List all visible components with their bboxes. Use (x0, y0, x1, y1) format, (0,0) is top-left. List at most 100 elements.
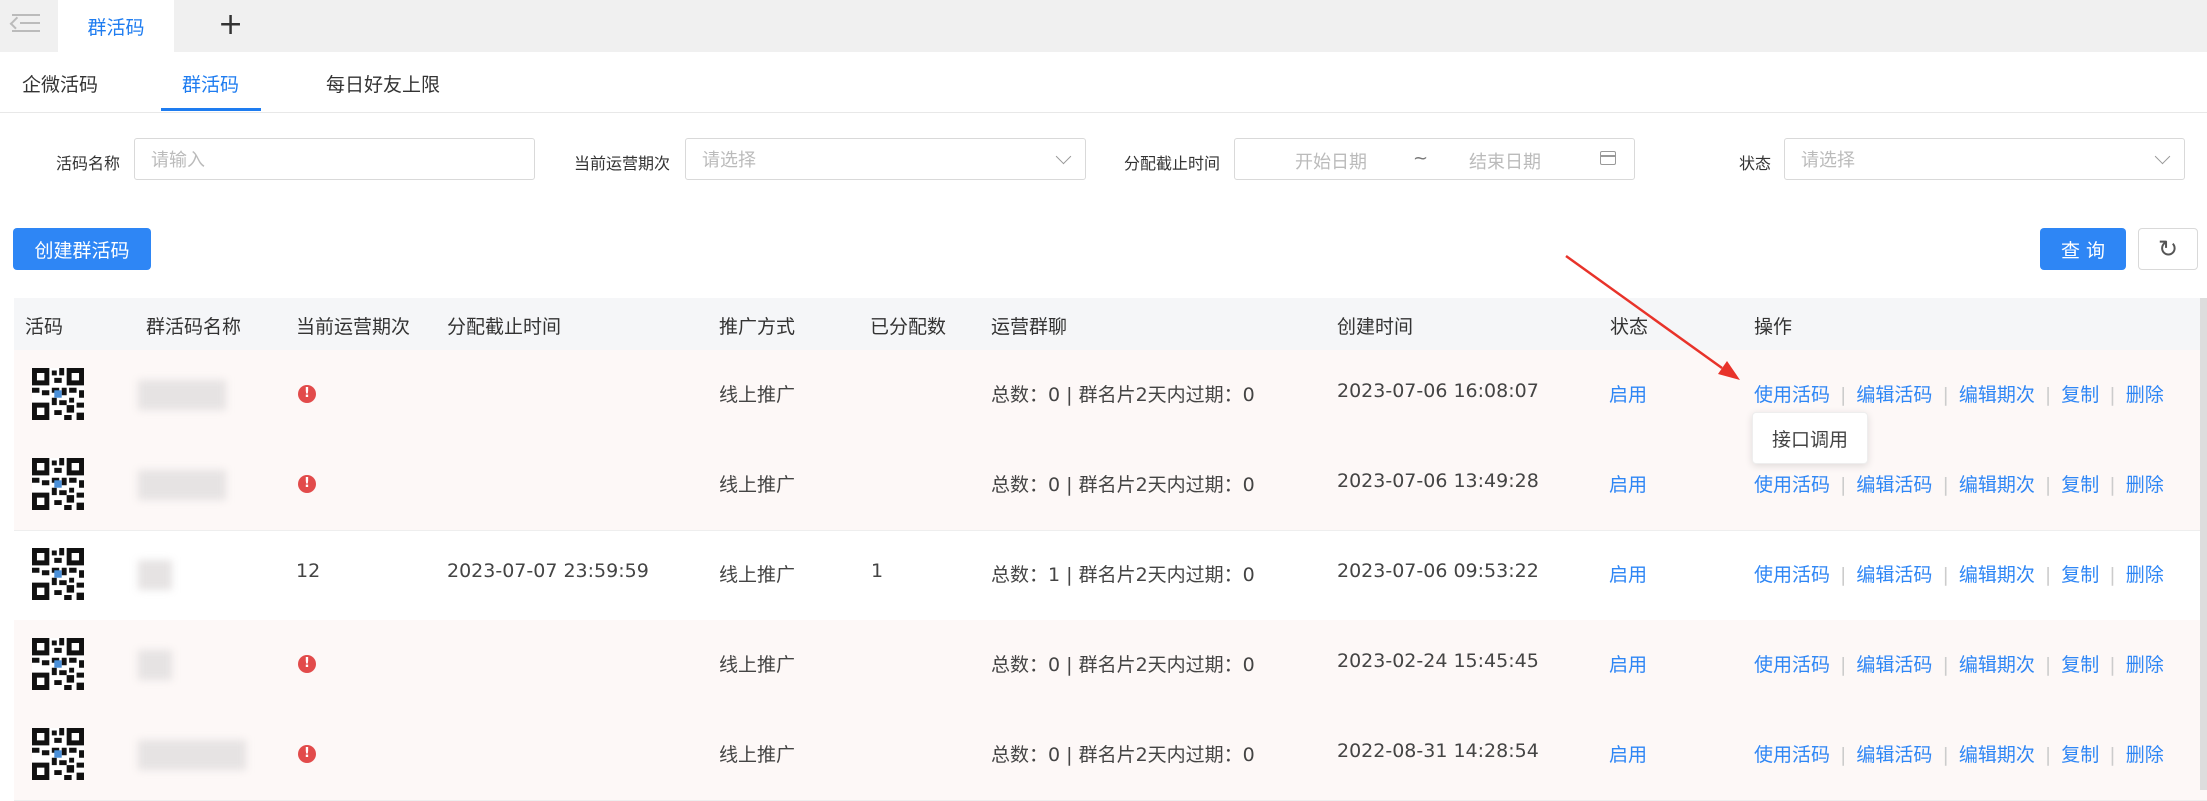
warning-icon: ! (298, 385, 316, 403)
copy-link[interactable]: 复制 (2061, 654, 2099, 676)
status-link[interactable]: 启用 (1609, 470, 1647, 497)
col-deadline: 分配截止时间 (447, 316, 562, 338)
copy-link[interactable]: 复制 (2061, 744, 2099, 766)
deadline-filter-label: 分配截止时间 (1124, 154, 1221, 173)
promo-cell: 线上推广 (719, 564, 796, 586)
promo-cell: 线上推广 (719, 744, 796, 766)
row-actions: 使用活码 | 编辑活码 | 编辑期次 | 复制 | 删除 (1754, 654, 2164, 676)
created-cell: 2023-02-24 15:45:45 (1337, 650, 1539, 672)
row-actions: 使用活码 | 编辑活码 | 编辑期次 | 复制 | 删除 (1754, 564, 2164, 586)
edit-code-link[interactable]: 编辑活码 (1856, 654, 1932, 676)
name-filter-input[interactable]: 请输入 (134, 138, 535, 180)
page-tab-group-code[interactable]: 群活码 (58, 0, 174, 52)
promo-cell: 线上推广 (719, 654, 796, 676)
status-link[interactable]: 启用 (1609, 650, 1647, 677)
delete-link[interactable]: 删除 (2126, 654, 2164, 676)
col-promo: 推广方式 (719, 316, 796, 338)
groups-cell: 总数：0 | 群名片2天内过期：0 (991, 744, 1255, 766)
use-code-link[interactable]: 使用活码 (1754, 474, 1830, 496)
row-actions: 使用活码 | 编辑活码 | 编辑期次 | 复制 | 删除 (1754, 384, 2164, 406)
groups-cell: 总数：1 | 群名片2天内过期：0 (991, 564, 1255, 586)
edit-code-link[interactable]: 编辑活码 (1856, 474, 1932, 496)
chevron-down-icon (2154, 148, 2171, 165)
table-header: 活码 群活码名称 当前运营期次 分配截止时间 推广方式 已分配数 运营群聊 创建… (14, 298, 2207, 350)
use-code-link[interactable]: 使用活码 (1754, 654, 1830, 676)
promo-cell: 线上推广 (719, 384, 796, 406)
edit-period-link[interactable]: 编辑期次 (1959, 744, 2035, 766)
assigned-cell: 1 (871, 560, 884, 582)
copy-link[interactable]: 复制 (2061, 564, 2099, 586)
tab-daily-friend-limit[interactable]: 每日好友上限 (326, 70, 440, 97)
api-call-tooltip[interactable]: 接口调用 (1752, 412, 1868, 464)
edit-code-link[interactable]: 编辑活码 (1856, 564, 1932, 586)
chevron-down-icon (1055, 148, 1072, 165)
qr-code-icon[interactable] (32, 458, 84, 510)
group-code-name-redacted (138, 470, 226, 500)
group-code-name-redacted (138, 650, 172, 680)
status-link[interactable]: 启用 (1609, 380, 1647, 407)
delete-link[interactable]: 删除 (2126, 384, 2164, 406)
created-cell: 2022-08-31 14:28:54 (1337, 740, 1539, 762)
qr-code-icon[interactable] (32, 638, 84, 690)
table-row: ! 线上推广 总数：0 | 群名片2天内过期：0 2023-07-06 13:4… (14, 440, 2207, 531)
delete-link[interactable]: 删除 (2126, 744, 2164, 766)
created-cell: 2023-07-06 13:49:28 (1337, 470, 1539, 492)
col-period: 当前运营期次 (296, 316, 411, 338)
qr-code-icon[interactable] (32, 368, 84, 420)
table-row: ! 线上推广 总数：0 | 群名片2天内过期：0 2023-02-24 15:4… (14, 620, 2207, 711)
vertical-scrollbar[interactable] (2200, 298, 2207, 790)
edit-period-link[interactable]: 编辑期次 (1959, 654, 2035, 676)
top-tab-bar: 群活码 + (0, 0, 2207, 52)
created-cell: 2023-07-06 16:08:07 (1337, 380, 1539, 402)
period-filter-select[interactable]: 请选择 (685, 138, 1086, 180)
edit-code-link[interactable]: 编辑活码 (1856, 744, 1932, 766)
use-code-link[interactable]: 使用活码 (1754, 744, 1830, 766)
name-filter-label: 活码名称 (56, 154, 121, 173)
calendar-icon (1600, 151, 1616, 165)
name-filter-placeholder: 请输入 (151, 150, 205, 171)
add-tab-icon[interactable]: + (218, 8, 243, 42)
group-code-name-redacted (138, 380, 226, 410)
col-groups: 运营群聊 (991, 316, 1068, 338)
use-code-link[interactable]: 使用活码 (1754, 564, 1830, 586)
delete-link[interactable]: 删除 (2126, 474, 2164, 496)
tab-group-code[interactable]: 群活码 (182, 70, 239, 97)
table-row: ! 线上推广 总数：0 | 群名片2天内过期：0 2022-08-31 14:2… (14, 710, 2207, 801)
edit-period-link[interactable]: 编辑期次 (1959, 474, 2035, 496)
period-filter-placeholder: 请选择 (702, 150, 756, 171)
use-code-link[interactable]: 使用活码 (1754, 384, 1830, 406)
groups-cell: 总数：0 | 群名片2天内过期：0 (991, 474, 1255, 496)
active-tab-underline (161, 108, 261, 111)
tab-wecom-code[interactable]: 企微活码 (22, 70, 98, 97)
query-button[interactable]: 查 询 (2040, 228, 2126, 270)
refresh-icon[interactable]: ↻ (2138, 228, 2198, 270)
edit-period-link[interactable]: 编辑期次 (1959, 564, 2035, 586)
edit-period-link[interactable]: 编辑期次 (1959, 384, 2035, 406)
col-created: 创建时间 (1337, 316, 1414, 338)
status-link[interactable]: 启用 (1609, 740, 1647, 767)
deadline-date-range[interactable]: 开始日期 ~ 结束日期 (1234, 138, 1635, 180)
status-filter-select[interactable]: 请选择 (1784, 138, 2185, 180)
copy-link[interactable]: 复制 (2061, 384, 2099, 406)
table-row: ! 线上推广 总数：0 | 群名片2天内过期：0 2023-07-06 16:0… (14, 350, 2207, 441)
copy-link[interactable]: 复制 (2061, 474, 2099, 496)
period-filter-label: 当前运营期次 (574, 154, 671, 173)
status-link[interactable]: 启用 (1609, 560, 1647, 587)
col-ops: 操作 (1754, 316, 1793, 338)
col-assigned: 已分配数 (870, 316, 947, 338)
row-actions: 使用活码 | 编辑活码 | 编辑期次 | 复制 | 删除 (1754, 744, 2164, 766)
status-filter-label: 状态 (1739, 154, 1772, 173)
status-filter-placeholder: 请选择 (1801, 150, 1855, 171)
deadline-cell: 2023-07-07 23:59:59 (447, 560, 649, 582)
group-code-name-redacted (138, 740, 246, 770)
groups-cell: 总数：0 | 群名片2天内过期：0 (991, 654, 1255, 676)
menu-fold-icon[interactable] (9, 12, 40, 34)
start-date-placeholder[interactable]: 开始日期 (1295, 148, 1367, 174)
create-group-code-button[interactable]: 创建群活码 (13, 228, 151, 270)
qr-code-icon[interactable] (32, 728, 84, 780)
edit-code-link[interactable]: 编辑活码 (1856, 384, 1932, 406)
qr-code-icon[interactable] (32, 548, 84, 600)
promo-cell: 线上推广 (719, 474, 796, 496)
end-date-placeholder[interactable]: 结束日期 (1469, 148, 1541, 174)
delete-link[interactable]: 删除 (2126, 564, 2164, 586)
